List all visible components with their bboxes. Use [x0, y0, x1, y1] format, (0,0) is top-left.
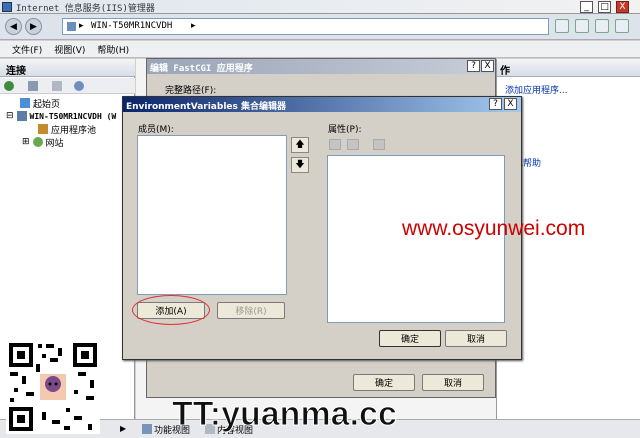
app-pool-icon	[38, 124, 48, 134]
move-down-button[interactable]: 🡇	[291, 157, 309, 173]
expand-icon[interactable]: ⊞	[22, 137, 30, 147]
maximize-button[interactable]: □	[598, 1, 611, 13]
members-list[interactable]	[137, 135, 287, 295]
alphabetical-icon[interactable]	[347, 139, 359, 150]
menu-help[interactable]: 帮助(H)	[97, 43, 129, 56]
close-window-button[interactable]: X	[616, 1, 629, 13]
move-up-button[interactable]: 🡅	[291, 137, 309, 153]
stop-icon[interactable]	[575, 19, 589, 33]
tree-label-start-page: 起始页	[33, 99, 61, 110]
members-label: 成员(M):	[138, 125, 174, 135]
app-title-bar: Internet 信息服务(IIS)管理器 _ □ X	[0, 0, 640, 14]
server-icon	[16, 111, 27, 121]
env-title: EnvironmentVariables 集合编辑器	[126, 102, 286, 112]
env-help-button[interactable]: ?	[489, 98, 502, 110]
fastcgi-ok-button[interactable]: 确定	[353, 374, 415, 391]
refresh-icon[interactable]	[555, 19, 569, 33]
up-icon[interactable]	[52, 81, 62, 91]
connections-title: 连接	[6, 66, 26, 77]
tree-item-app-pools[interactable]: 应用程序池	[38, 123, 97, 136]
fastcgi-close-button[interactable]: X	[481, 60, 494, 72]
tree-item-start-page[interactable]: 起始页	[20, 97, 61, 110]
fastcgi-title-bar: 编辑 FastCGI 应用程序 ? X	[147, 59, 495, 74]
sites-icon	[32, 137, 43, 147]
env-title-bar: EnvironmentVariables 集合编辑器 ? X	[123, 97, 521, 112]
full-path-label: 完整路径(F):	[165, 86, 217, 96]
properties-label: 属性(P):	[328, 125, 362, 135]
fastcgi-help-button[interactable]: ?	[467, 60, 480, 72]
brand-watermark: TT:yuanma.cc	[172, 395, 398, 434]
minimize-button[interactable]: _	[580, 1, 593, 13]
address-toolbar: ◀ ▶ ▸ WIN-T50MR1NCVDH ▸	[0, 14, 640, 40]
tree-item-sites[interactable]: ⊞ 网站	[22, 136, 64, 149]
menu-view[interactable]: 视图(V)	[54, 43, 85, 56]
remove-member-button[interactable]: 移除(R)	[217, 302, 285, 319]
tree-label-sites: 网站	[45, 138, 64, 149]
add-button-highlight	[132, 295, 210, 325]
connect-icon[interactable]	[4, 81, 14, 91]
tree-label-server: WIN-T50MR1NCVDH (W	[29, 111, 117, 121]
address-input[interactable]: ▸ WIN-T50MR1NCVDH ▸	[62, 18, 549, 35]
address-separator-end: ▸	[191, 21, 196, 31]
property-pages-icon[interactable]	[373, 139, 385, 150]
env-ok-button[interactable]: 确定	[379, 330, 441, 347]
iis-icon	[2, 2, 12, 12]
menu-bar: 文件(F) 视图(V) 帮助(H)	[0, 41, 640, 58]
property-toolbar	[327, 138, 397, 152]
site-watermark: www.osyunwei.com	[402, 217, 586, 240]
help-icon[interactable]	[615, 19, 629, 33]
fastcgi-cancel-button[interactable]: 取消	[422, 374, 484, 391]
env-close-button[interactable]: X	[504, 98, 517, 110]
tree-label-app-pools: 应用程序池	[51, 125, 97, 136]
actions-title: 作	[500, 66, 510, 77]
tree-item-server[interactable]: ⊟ WIN-T50MR1NCVDH (W	[6, 110, 116, 122]
server-icon	[67, 22, 76, 31]
fastcgi-title: 编辑 FastCGI 应用程序	[150, 64, 253, 74]
env-cancel-button[interactable]: 取消	[445, 330, 507, 347]
start-page-icon	[20, 98, 30, 108]
back-button[interactable]: ◀	[5, 18, 22, 35]
scroll-right-icon[interactable]: ▶	[120, 424, 126, 433]
features-view-icon	[142, 424, 152, 434]
save-icon[interactable]	[28, 81, 38, 91]
collapse-icon[interactable]: ⊟	[6, 111, 14, 121]
app-title: Internet 信息服务(IIS)管理器	[16, 4, 155, 14]
categorized-icon[interactable]	[329, 139, 341, 150]
actions-header: 作	[497, 59, 640, 77]
forward-button[interactable]: ▶	[25, 18, 42, 35]
address-separator: ▸	[79, 21, 84, 31]
delete-connection-icon[interactable]	[74, 81, 84, 91]
connections-header: 连接	[0, 59, 135, 77]
qr-code-image	[6, 340, 100, 434]
connections-toolbar	[0, 78, 135, 94]
action-add-application[interactable]: 添加应用程序...	[505, 83, 568, 96]
menu-file[interactable]: 文件(F)	[12, 43, 42, 56]
address-path: WIN-T50MR1NCVDH	[91, 21, 173, 31]
home-icon[interactable]	[595, 19, 609, 33]
